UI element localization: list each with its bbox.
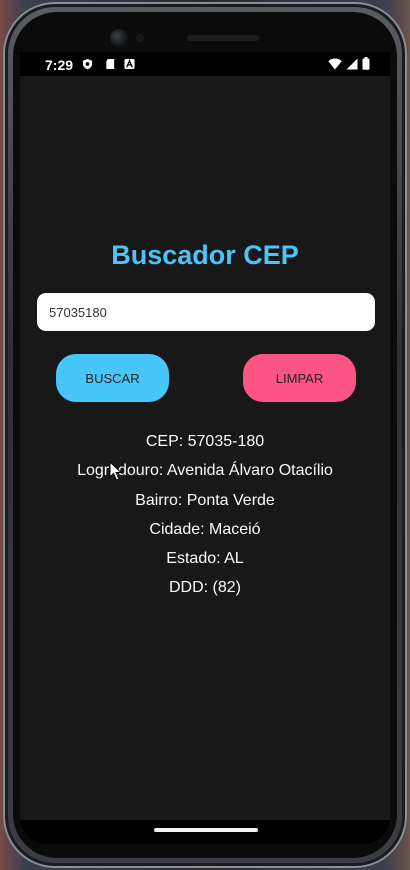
front-camera	[110, 29, 128, 47]
wifi-icon	[328, 58, 342, 70]
status-time: 7:29	[45, 57, 74, 73]
result-bairro: Bairro: Ponta Verde	[135, 491, 275, 509]
earpiece-speaker	[187, 35, 259, 41]
result-estado: Estado: AL	[166, 550, 244, 568]
shield-icon	[82, 58, 93, 70]
clear-button[interactable]: LIMPAR	[243, 354, 356, 402]
status-right-icons	[328, 57, 370, 70]
a-notification-icon	[124, 58, 135, 70]
mouse-cursor-icon	[109, 461, 123, 481]
home-gesture-handle[interactable]	[154, 828, 258, 832]
signal-icon	[346, 58, 358, 70]
result-ddd: DDD: (82)	[168, 579, 241, 597]
search-button[interactable]: BUSCAR	[56, 354, 169, 402]
camera-sensor	[136, 34, 144, 42]
navigation-bar	[20, 820, 390, 844]
result-logradouro: Logradouro: Avenida Álvaro Otacílio	[77, 462, 333, 480]
result-cep: CEP: 57035-180	[145, 433, 265, 450]
results-list: CEP: 57035-180 Logradouro: Avenida Álvar…	[20, 430, 390, 606]
status-bar: 7:29	[20, 52, 390, 76]
app-screen: 7:29 Buscador CEP BUSCAR LIMPA	[20, 52, 390, 844]
battery-icon	[362, 57, 370, 70]
app-title: Buscador CEP	[111, 240, 299, 270]
cep-input[interactable]	[37, 293, 375, 331]
sd-card-icon	[106, 58, 115, 70]
result-cidade: Cidade: Maceió	[149, 520, 261, 538]
